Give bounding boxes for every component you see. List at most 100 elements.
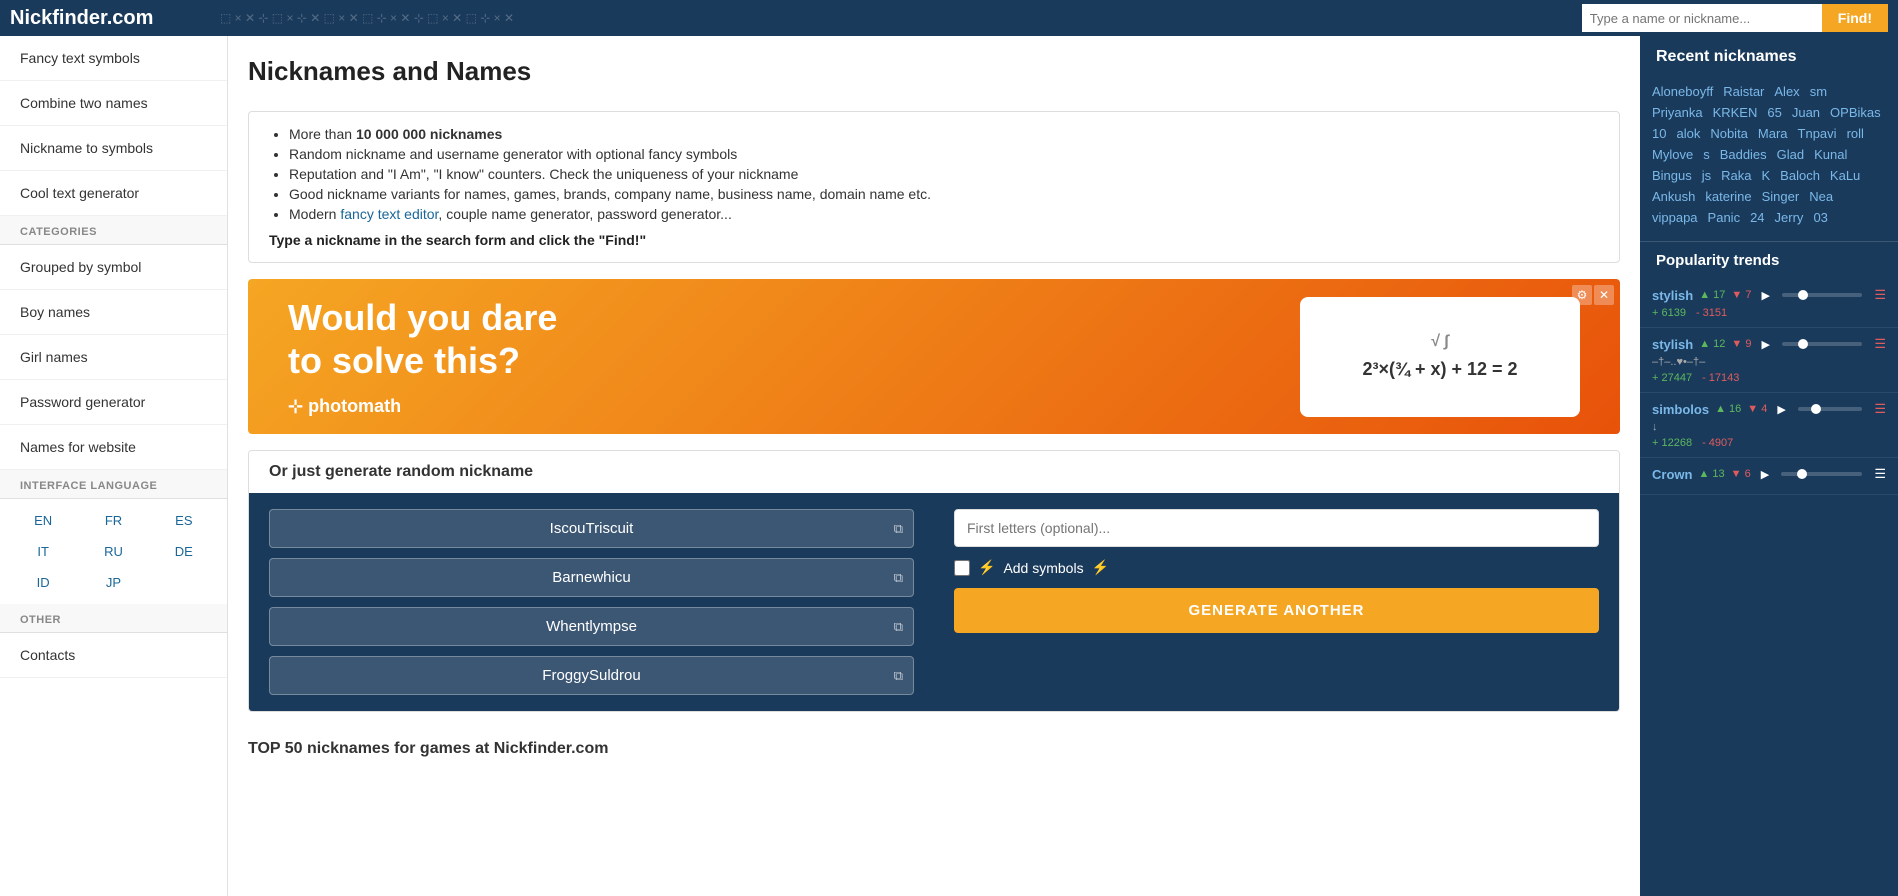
trend-slider[interactable] bbox=[1782, 293, 1862, 297]
recent-nick-item[interactable]: Bingus bbox=[1652, 168, 1692, 183]
trend-up-arrow: ▲ 12 bbox=[1699, 338, 1725, 350]
recent-nick-item[interactable]: Jerry bbox=[1775, 210, 1804, 225]
recent-nick-item[interactable]: Glad bbox=[1777, 147, 1804, 162]
recent-nick-item[interactable]: Priyanka bbox=[1652, 105, 1703, 120]
recent-nick-item[interactable]: Raistar bbox=[1723, 84, 1764, 99]
trend-name[interactable]: stylish bbox=[1652, 337, 1693, 352]
recent-nick-item[interactable]: OPBikas bbox=[1830, 105, 1881, 120]
recent-nick-item[interactable]: Ankush bbox=[1652, 189, 1695, 204]
sidebar-item-grouped-by-symbol[interactable]: Grouped by symbol bbox=[0, 245, 227, 290]
recent-nick-item[interactable]: Aloneboyff bbox=[1652, 84, 1713, 99]
find-button[interactable]: Find! bbox=[1822, 4, 1888, 32]
recent-nick-item[interactable]: K bbox=[1762, 168, 1771, 183]
trend-play-icon[interactable]: ▶ bbox=[1761, 468, 1769, 481]
recent-nick-item[interactable]: 10 bbox=[1652, 126, 1666, 141]
recent-nick-item[interactable]: Baloch bbox=[1780, 168, 1820, 183]
recent-nick-item[interactable]: 03 bbox=[1813, 210, 1827, 225]
page-title: Nicknames and Names bbox=[248, 56, 1620, 87]
recent-nick-item[interactable]: Panic bbox=[1708, 210, 1741, 225]
sidebar-item-cool-text-generator[interactable]: Cool text generator bbox=[0, 171, 227, 216]
sidebar-item-contacts[interactable]: Contacts bbox=[0, 633, 227, 678]
recent-nick-item[interactable]: alok bbox=[1676, 126, 1700, 141]
recent-nick-item[interactable]: Baddies bbox=[1720, 147, 1767, 162]
sidebar-item-girl-names[interactable]: Girl names bbox=[0, 335, 227, 380]
recent-nick-item[interactable]: Juan bbox=[1792, 105, 1820, 120]
recent-nick-item[interactable]: s bbox=[1703, 147, 1710, 162]
search-input[interactable] bbox=[1582, 4, 1822, 32]
lang-it[interactable]: IT bbox=[10, 538, 76, 565]
categories-header: CATEGORIES bbox=[0, 216, 227, 245]
recent-nick-item[interactable]: Alex bbox=[1774, 84, 1799, 99]
trend-name[interactable]: stylish bbox=[1652, 288, 1693, 303]
lang-ru[interactable]: RU bbox=[80, 538, 146, 565]
trend-name[interactable]: simbolos bbox=[1652, 402, 1709, 417]
recent-nick-item[interactable]: KRKEN bbox=[1713, 105, 1758, 120]
sidebar-item-names-for-website[interactable]: Names for website bbox=[0, 425, 227, 470]
layout: Fancy text symbols Combine two names Nic… bbox=[0, 36, 1898, 896]
recent-nick-item[interactable]: Mara bbox=[1758, 126, 1788, 141]
copy-icon-0[interactable]: ⧉ bbox=[894, 521, 903, 537]
fancy-text-editor-link[interactable]: fancy text editor bbox=[340, 206, 438, 222]
add-symbols-checkbox[interactable] bbox=[954, 560, 970, 576]
nickname-item-0[interactable]: IscouTriscuit ⧉ bbox=[269, 509, 914, 548]
lang-en[interactable]: EN bbox=[10, 507, 76, 534]
nickname-item-2[interactable]: Whentlympse ⧉ bbox=[269, 607, 914, 646]
recent-nick-item[interactable]: katerine bbox=[1705, 189, 1751, 204]
generate-button[interactable]: GENERATE ANOTHER bbox=[954, 588, 1599, 633]
ad-close-button[interactable]: ✕ bbox=[1594, 285, 1614, 305]
site-logo[interactable]: Nickfinder.com bbox=[10, 7, 153, 30]
info-item-1: More than 10 000 000 nicknames bbox=[289, 126, 1599, 142]
lang-de[interactable]: DE bbox=[151, 538, 217, 565]
trend-play-icon[interactable]: ▶ bbox=[1761, 338, 1769, 351]
random-content: IscouTriscuit ⧉ Barnewhicu ⧉ Whentlympse… bbox=[249, 493, 1619, 711]
trend-name[interactable]: Crown bbox=[1652, 467, 1692, 482]
recent-nick-item[interactable]: roll bbox=[1847, 126, 1864, 141]
recent-nick-item[interactable]: vippapa bbox=[1652, 210, 1698, 225]
sidebar-item-nickname-to-symbols[interactable]: Nickname to symbols bbox=[0, 126, 227, 171]
sidebar: Fancy text symbols Combine two names Nic… bbox=[0, 36, 228, 896]
recent-nicknames-grid: Aloneboyff Raistar Alexsm Priyanka KRKEN 65 Ju… bbox=[1640, 78, 1898, 237]
lang-fr[interactable]: FR bbox=[80, 507, 146, 534]
recent-nick-item[interactable]: Singer bbox=[1762, 189, 1800, 204]
lang-jp[interactable]: JP bbox=[80, 569, 146, 596]
sidebar-item-boy-names[interactable]: Boy names bbox=[0, 290, 227, 335]
recent-nick-item[interactable]: sm bbox=[1810, 84, 1827, 99]
recent-nick-item[interactable]: Kunal bbox=[1814, 147, 1847, 162]
nickname-item-3[interactable]: FroggySuldrou ⧉ bbox=[269, 656, 914, 695]
trend-slider[interactable] bbox=[1798, 407, 1863, 411]
trend-play-icon[interactable]: ▶ bbox=[1761, 289, 1769, 302]
sidebar-item-fancy-text-symbols[interactable]: Fancy text symbols bbox=[0, 36, 227, 81]
add-symbols-label: Add symbols bbox=[1003, 560, 1083, 576]
trend-count-up: + 6139 bbox=[1652, 307, 1686, 319]
info-list: More than 10 000 000 nicknames Random ni… bbox=[269, 126, 1599, 222]
sidebar-item-combine-two-names[interactable]: Combine two names bbox=[0, 81, 227, 126]
trend-item-3: Crown ▲ 13 ▼ 6 ▶ ☰ bbox=[1640, 458, 1898, 495]
first-letters-input[interactable] bbox=[954, 509, 1599, 547]
recent-nick-item[interactable]: 65 bbox=[1767, 105, 1781, 120]
recent-nick-item[interactable]: Nea bbox=[1809, 189, 1833, 204]
recent-nick-item[interactable]: Nobita bbox=[1710, 126, 1748, 141]
copy-icon-3[interactable]: ⧉ bbox=[894, 668, 903, 684]
top50-header: TOP 50 nicknames for games at Nickfinder… bbox=[228, 728, 1640, 762]
recent-nick-item[interactable]: Mylove bbox=[1652, 147, 1693, 162]
trend-slider[interactable] bbox=[1781, 472, 1862, 476]
lang-id[interactable]: ID bbox=[10, 569, 76, 596]
recent-nick-item[interactable]: 24 bbox=[1750, 210, 1764, 225]
recent-nick-item[interactable]: js bbox=[1702, 168, 1711, 183]
copy-icon-2[interactable]: ⧉ bbox=[894, 619, 903, 635]
trend-down-arrow: ▼ 9 bbox=[1731, 338, 1751, 350]
trend-slider[interactable] bbox=[1782, 342, 1862, 346]
trend-play-icon[interactable]: ▶ bbox=[1777, 403, 1785, 416]
sidebar-item-password-generator[interactable]: Password generator bbox=[0, 380, 227, 425]
copy-icon-1[interactable]: ⧉ bbox=[894, 570, 903, 586]
recent-nick-item[interactable]: Tnpavi bbox=[1798, 126, 1837, 141]
ad-math-expr: 2³×(¾ + x) + 12 = 2 bbox=[1362, 359, 1517, 380]
trend-up-arrow: ▲ 17 bbox=[1699, 289, 1725, 301]
info-box: More than 10 000 000 nicknames Random ni… bbox=[248, 111, 1620, 263]
nickname-text-0: IscouTriscuit bbox=[550, 520, 634, 537]
ad-text-block: Would you dare to solve this? ⊹ photomat… bbox=[288, 296, 588, 417]
recent-nick-item[interactable]: KaLu bbox=[1830, 168, 1860, 183]
lang-es[interactable]: ES bbox=[151, 507, 217, 534]
recent-nick-item[interactable]: Raka bbox=[1721, 168, 1751, 183]
nickname-item-1[interactable]: Barnewhicu ⧉ bbox=[269, 558, 914, 597]
